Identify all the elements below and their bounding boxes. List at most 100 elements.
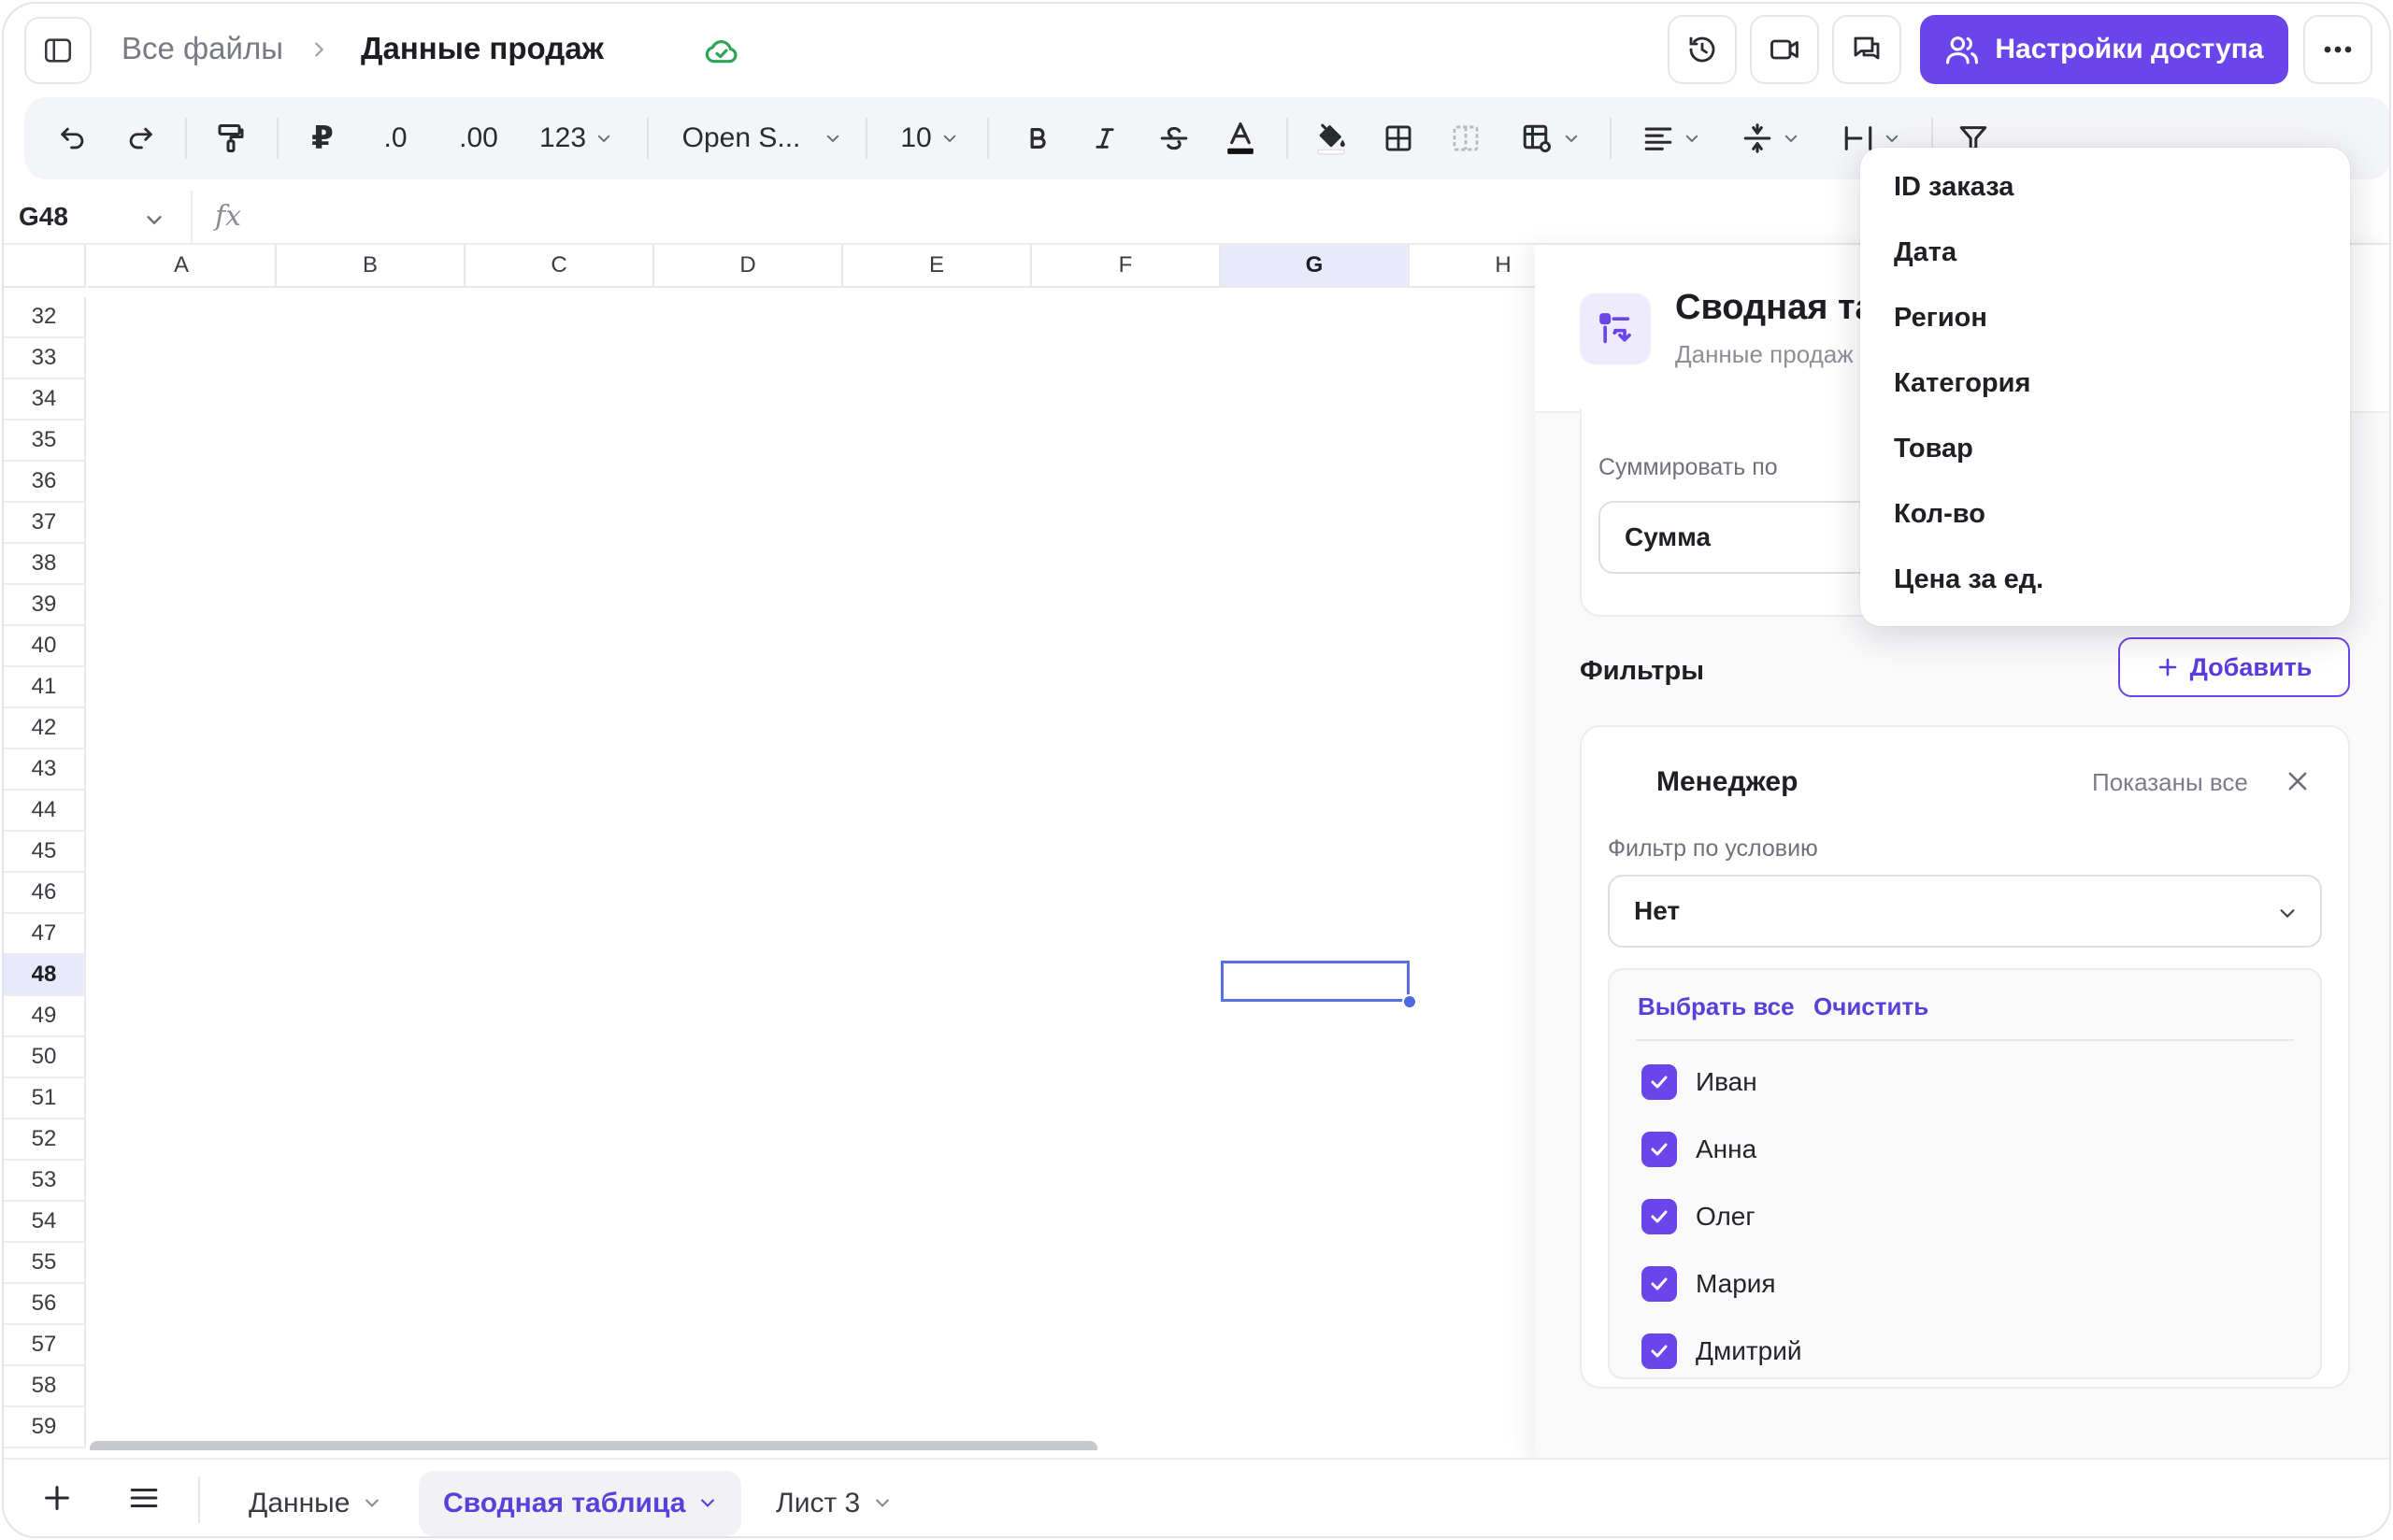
file-name[interactable]: Данные продаж <box>361 30 604 67</box>
row-header[interactable]: 58 <box>4 1366 86 1407</box>
sheet-tab[interactable]: Данные <box>224 1471 406 1536</box>
strikethrough-button[interactable] <box>1154 97 1195 179</box>
filter-value-item[interactable]: Мария <box>1641 1265 1776 1303</box>
row-header[interactable]: 36 <box>4 462 86 503</box>
font-size-dropdown[interactable]: 10 <box>892 97 967 179</box>
row-header[interactable]: 45 <box>4 832 86 873</box>
selected-cell[interactable] <box>1221 961 1410 1002</box>
row-header[interactable]: 39 <box>4 585 86 626</box>
merge-cells-button[interactable] <box>1445 97 1486 179</box>
clear-link[interactable]: Очистить <box>1813 992 1928 1021</box>
filter-value-item[interactable]: Анна <box>1641 1131 1756 1168</box>
row-header[interactable]: 44 <box>4 791 86 832</box>
row-header[interactable]: 59 <box>4 1407 86 1448</box>
checkbox-checked[interactable] <box>1641 1333 1677 1369</box>
row-header[interactable]: 40 <box>4 626 86 667</box>
bold-button[interactable] <box>1019 97 1056 179</box>
borders-button[interactable] <box>1378 97 1419 179</box>
select-all-corner[interactable] <box>4 245 86 288</box>
table-format-dropdown[interactable] <box>1511 97 1589 179</box>
row-header[interactable]: 42 <box>4 708 86 749</box>
text-color-button[interactable] <box>1219 97 1262 179</box>
row-header[interactable]: 49 <box>4 996 86 1037</box>
checkbox-checked[interactable] <box>1641 1266 1677 1302</box>
video-call-button[interactable] <box>1750 15 1819 84</box>
undo-button[interactable] <box>52 97 93 179</box>
comments-button[interactable] <box>1832 15 1901 84</box>
chevron-down-icon[interactable] <box>873 1488 892 1519</box>
filter-value-item[interactable]: Олег <box>1641 1198 1755 1235</box>
filter-value-item[interactable]: Дмитрий <box>1641 1333 1802 1370</box>
horizontal-scrollbar[interactable] <box>90 1441 1097 1450</box>
row-header[interactable]: 43 <box>4 749 86 791</box>
add-filter-button[interactable]: Добавить <box>2118 637 2350 697</box>
column-header[interactable]: C <box>466 245 654 288</box>
row-header[interactable]: 54 <box>4 1202 86 1243</box>
dropdown-item[interactable]: Кол-во <box>1894 499 1985 530</box>
row-header[interactable]: 37 <box>4 503 86 544</box>
column-header[interactable]: B <box>277 245 466 288</box>
font-family-dropdown[interactable]: Open S... <box>669 97 854 179</box>
checkbox-checked[interactable] <box>1641 1132 1677 1167</box>
chevron-down-icon[interactable] <box>144 209 165 230</box>
dropdown-item[interactable]: Категория <box>1894 368 2030 399</box>
chevron-down-icon[interactable] <box>363 1488 381 1519</box>
row-header[interactable]: 35 <box>4 421 86 462</box>
share-settings-button[interactable]: Настройки доступа <box>1920 15 2288 84</box>
sheet-tab[interactable]: Лист 3 <box>752 1471 916 1536</box>
close-icon[interactable] <box>2285 768 2311 794</box>
dropdown-item[interactable]: Товар <box>1894 434 1973 464</box>
row-header[interactable]: 38 <box>4 544 86 585</box>
checkbox-checked[interactable] <box>1641 1064 1677 1100</box>
column-header[interactable]: F <box>1032 245 1221 288</box>
history-button[interactable] <box>1668 15 1737 84</box>
row-header[interactable]: 48 <box>4 955 86 996</box>
row-header[interactable]: 32 <box>4 297 86 338</box>
more-menu-button[interactable] <box>2303 15 2372 84</box>
fill-color-button[interactable] <box>1309 97 1354 179</box>
add-sheet-button[interactable] <box>41 1482 73 1519</box>
cell-reference-box[interactable]: G48 <box>19 202 68 232</box>
horizontal-align-dropdown[interactable] <box>1632 97 1711 179</box>
currency-format-button[interactable]: ₽ <box>301 97 344 179</box>
column-header[interactable]: E <box>843 245 1032 288</box>
chevron-down-icon[interactable] <box>698 1488 717 1519</box>
row-header[interactable]: 56 <box>4 1284 86 1325</box>
row-header[interactable]: 33 <box>4 338 86 379</box>
column-header[interactable]: A <box>88 245 277 288</box>
sheet-tab[interactable]: Сводная таблица <box>419 1471 742 1536</box>
dropdown-item[interactable]: ID заказа <box>1894 172 2013 203</box>
checkbox-checked[interactable] <box>1641 1199 1677 1234</box>
spreadsheet-grid[interactable]: ABCDEFGH 32 33 34 35 36 37 38 39 40 41 42 43 44 45 46 4… <box>4 245 1535 1450</box>
row-header[interactable]: 52 <box>4 1119 86 1161</box>
redo-button[interactable] <box>120 97 161 179</box>
dropdown-item[interactable]: Дата <box>1894 237 1956 268</box>
increase-decimal-button[interactable]: .00 <box>451 97 507 179</box>
decrease-decimal-button[interactable]: .0 <box>374 97 417 179</box>
row-header[interactable]: 41 <box>4 667 86 708</box>
condition-select[interactable]: Нет <box>1608 875 2322 948</box>
row-header[interactable]: 51 <box>4 1078 86 1119</box>
row-header[interactable]: 47 <box>4 914 86 955</box>
sidebar-toggle-button[interactable] <box>24 17 92 84</box>
column-header[interactable]: G <box>1221 245 1410 288</box>
dropdown-item[interactable]: Регион <box>1894 303 1987 334</box>
filter-value-item[interactable]: Иван <box>1641 1063 1757 1101</box>
italic-button[interactable] <box>1086 97 1124 179</box>
select-all-link[interactable]: Выбрать все <box>1638 992 1795 1021</box>
column-header[interactable]: H <box>1410 245 1535 288</box>
row-header[interactable]: 46 <box>4 873 86 914</box>
dropdown-item[interactable]: Цена за ед. <box>1894 564 2043 595</box>
format-painter-button[interactable] <box>208 97 254 179</box>
row-header[interactable]: 55 <box>4 1243 86 1284</box>
number-format-dropdown[interactable]: 123 <box>527 97 624 179</box>
column-header[interactable]: D <box>654 245 843 288</box>
row-header[interactable]: 50 <box>4 1037 86 1078</box>
all-sheets-button[interactable] <box>127 1482 161 1519</box>
row-header[interactable]: 53 <box>4 1161 86 1202</box>
row-header[interactable]: 34 <box>4 379 86 421</box>
vertical-align-dropdown[interactable] <box>1731 97 1810 179</box>
row-header[interactable]: 57 <box>4 1325 86 1366</box>
fill-handle[interactable] <box>1402 994 1417 1009</box>
breadcrumb-root[interactable]: Все файлы <box>122 30 283 67</box>
